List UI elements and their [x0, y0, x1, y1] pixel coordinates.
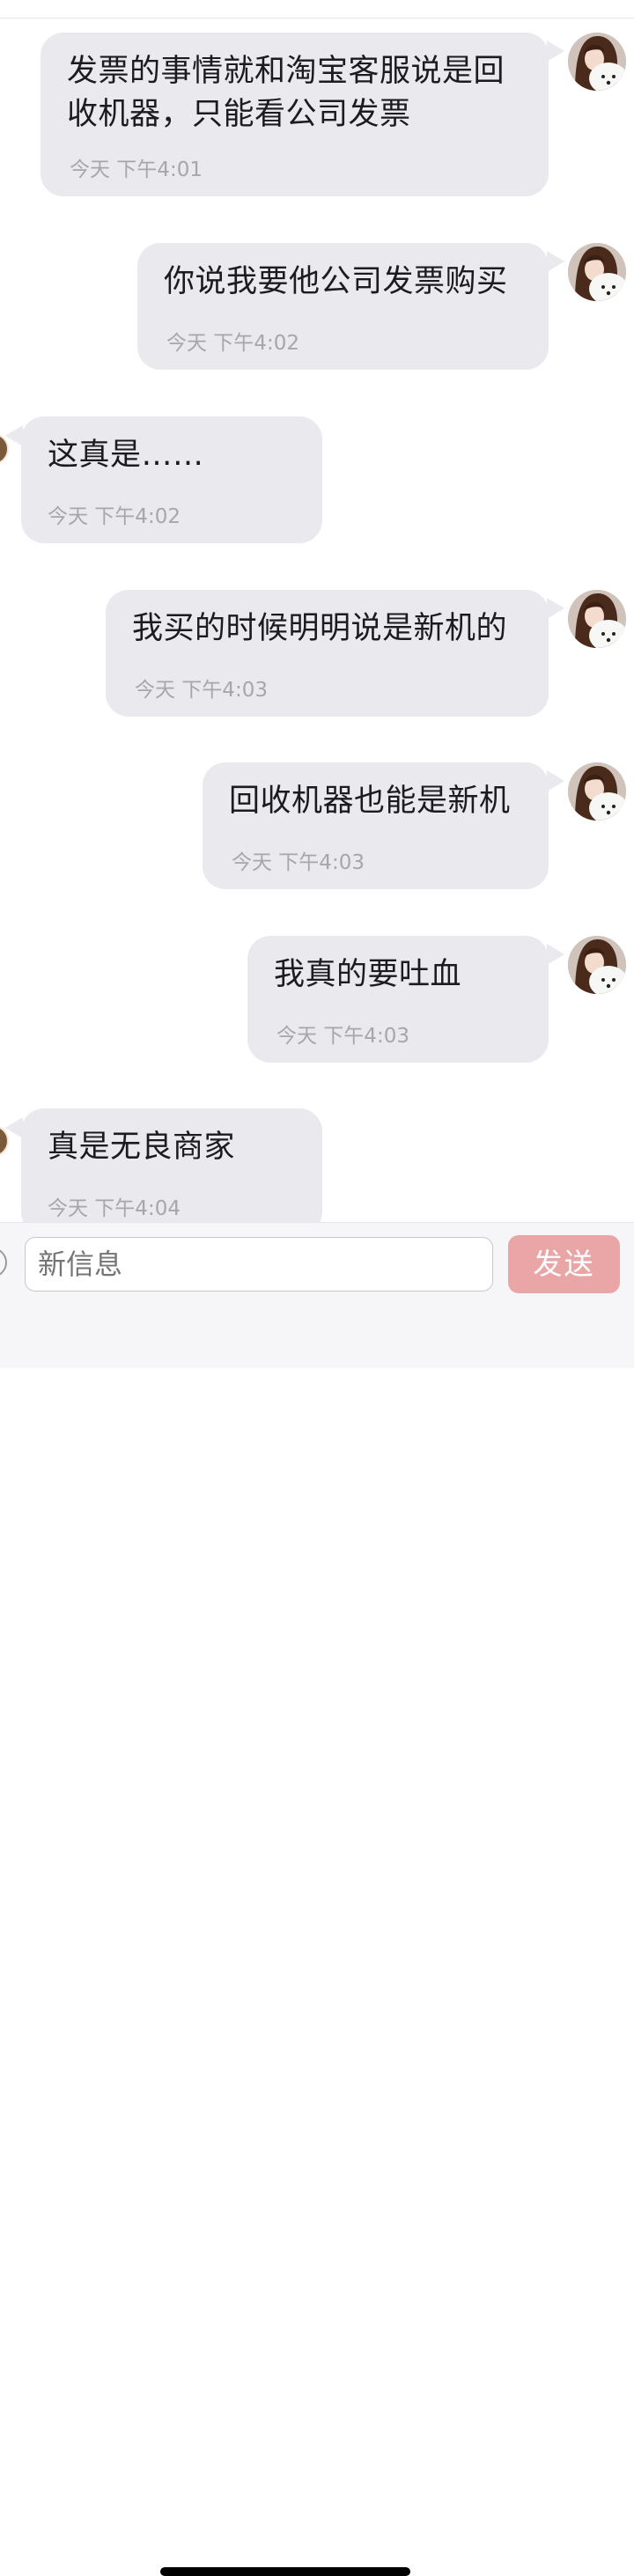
message-text: 这真是…… [48, 438, 204, 473]
message-bubble[interactable]: 发票的事情就和淘宝客服说是回收机器，只能看公司发票 今天 下午4:01 [41, 33, 549, 196]
message-bubble[interactable]: 我真的要吐血 今天 下午4:03 [247, 936, 549, 1063]
message-thread[interactable]: 发票的事情就和淘宝客服说是回收机器，只能看公司发票 今天 下午4:01 你说我要… [0, 0, 634, 1222]
message-timestamp: 今天 下午4:03 [232, 851, 365, 874]
bubble-tail [547, 598, 564, 619]
user-avatar[interactable] [568, 590, 626, 648]
bubble-tail [547, 770, 564, 791]
avatar-girl-with-dog-icon [568, 243, 626, 301]
message-bubble[interactable]: 你说我要他公司发票购买 今天 下午4:02 [137, 243, 549, 370]
user-avatar[interactable] [568, 243, 626, 301]
message-input[interactable] [25, 1237, 493, 1292]
message-bubble[interactable]: 这真是…… 今天 下午4:02 [21, 416, 322, 543]
message-timestamp: 今天 下午4:03 [135, 679, 268, 702]
send-button[interactable]: 发送 [508, 1235, 620, 1293]
avatar-girl-with-dog-icon [568, 33, 626, 91]
camera-icon[interactable] [0, 1248, 7, 1277]
message-bubble[interactable]: 我买的时候明明说是新机的 今天 下午4:03 [106, 590, 549, 717]
message-text: 发票的事情就和淘宝客服说是回收机器，只能看公司发票 [67, 54, 505, 132]
message-composer: 发送 [0, 1222, 634, 2576]
bubble-tail [5, 425, 23, 446]
message-text: 回收机器也能是新机 [229, 784, 511, 819]
home-indicator[interactable] [160, 2567, 410, 2576]
message-text: 我真的要吐血 [274, 957, 462, 992]
message-text: 你说我要他公司发票购买 [164, 264, 508, 299]
bubble-tail [547, 944, 564, 965]
message-timestamp: 今天 下午4:03 [276, 1025, 409, 1048]
message-timestamp: 今天 下午4:01 [70, 158, 203, 181]
message-text: 真是无良商家 [48, 1130, 236, 1165]
user-avatar[interactable] [568, 33, 626, 91]
bubble-tail [547, 251, 564, 272]
user-avatar[interactable] [568, 762, 626, 821]
message-text: 我买的时候明明说是新机的 [132, 611, 508, 646]
avatar-girl-with-dog-icon [568, 762, 626, 821]
avatar-girl-with-dog-icon [568, 936, 626, 994]
bubble-tail [547, 40, 564, 62]
message-bubble[interactable]: 回收机器也能是新机 今天 下午4:03 [203, 762, 549, 889]
message-timestamp: 今天 下午4:02 [48, 505, 181, 528]
message-bubble[interactable]: 真是无良商家 今天 下午4:04 [21, 1108, 322, 1222]
message-timestamp: 今天 下午4:04 [48, 1197, 181, 1220]
bubble-tail [5, 1117, 23, 1138]
user-avatar[interactable] [568, 936, 626, 994]
message-timestamp: 今天 下午4:02 [166, 332, 299, 355]
avatar-girl-with-dog-icon [568, 590, 626, 648]
